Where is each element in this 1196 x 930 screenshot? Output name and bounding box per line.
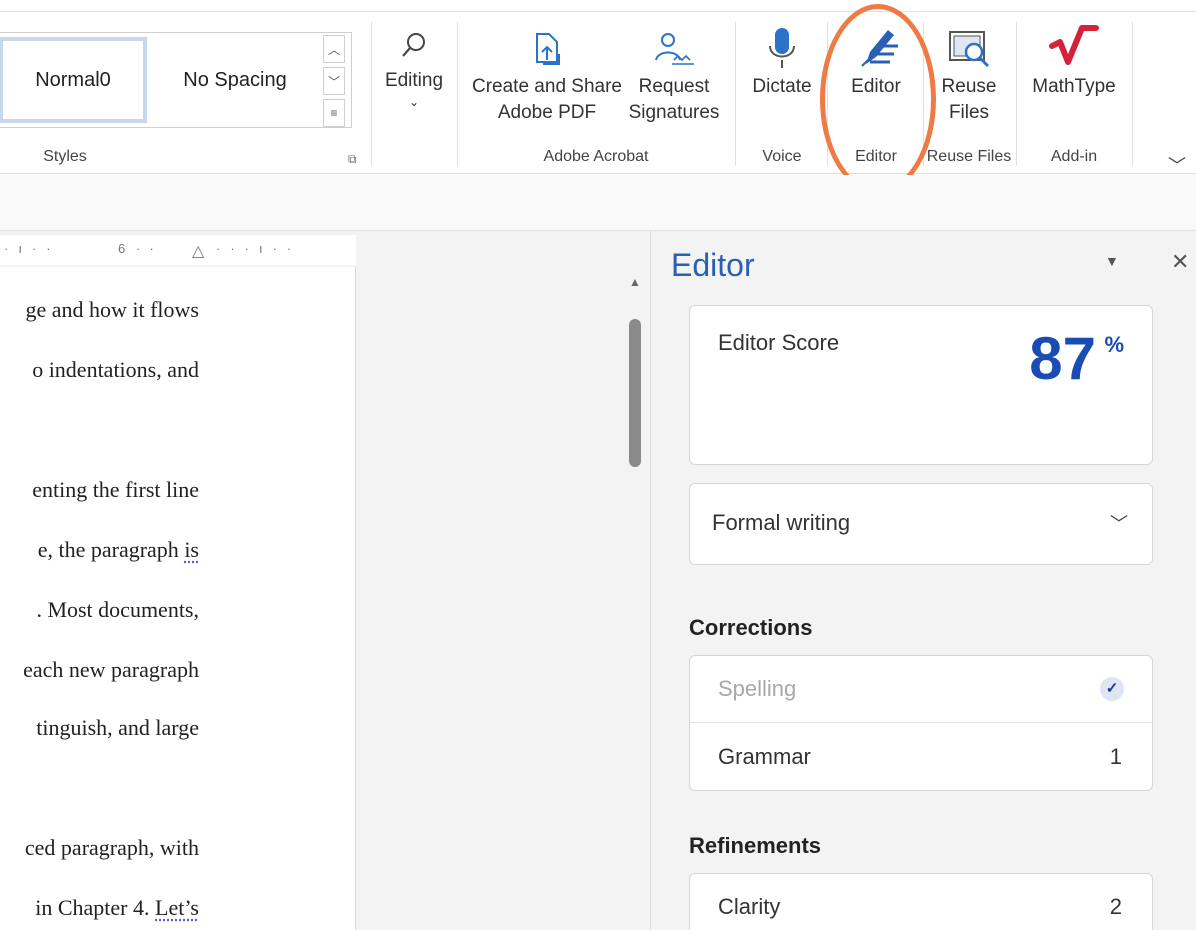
score-value: 87 [1029,324,1096,393]
chevron-down-icon: ﹀ [1110,510,1128,536]
document-page[interactable]: ge and how it flows o indentations, and … [0,267,356,930]
divider [690,722,1152,723]
chevron-down-icon: ⌄ [380,94,448,110]
pane-title: Editor [671,247,755,284]
ruler-ticks: ···ı·· [216,241,301,256]
writing-style-value: Formal writing [712,510,850,536]
scroll-up-icon[interactable]: ▲ [629,275,641,289]
checkmark-icon: ✓ [1100,677,1124,701]
request-line1: Request [624,74,724,100]
mathtype-icon [1044,24,1104,70]
corrections-heading: Corrections [689,615,812,641]
reuse-files-button[interactable]: Reuse Files [928,30,1010,126]
doc-line: ced paragraph, with [25,835,199,861]
doc-line: in Chapter 4. Let’s [35,895,199,921]
correction-row-spelling[interactable]: Spelling ✓ [690,656,1152,722]
correction-row-grammar[interactable]: Grammar 1 [690,724,1152,790]
doc-text: e, the paragraph [38,537,179,562]
request-signatures-button[interactable]: Request Signatures [624,30,724,126]
ribbon-subbar [0,175,1196,231]
reuse-line2: Files [928,100,1010,126]
doc-line: . Most documents, [36,597,199,623]
pdf-share-icon [529,30,565,70]
styles-dialog-launcher-icon[interactable]: ⧉ [348,152,362,166]
vertical-scrollbar[interactable]: ▲ [624,267,646,930]
styles-group-label: Styles [20,148,110,166]
refinements-list: Clarity 2 [689,873,1153,930]
score-unit: % [1104,332,1124,358]
correction-label: Grammar [718,744,811,770]
horizontal-ruler[interactable]: ·ı·· 6 ·· △ ···ı·· [0,235,356,265]
ruler-ticks: ·ı·· [4,241,61,256]
create-share-line1: Create and Share [470,74,624,100]
addin-group-label: Add-in [1036,148,1112,166]
signature-icon [650,30,698,70]
style-normal[interactable]: Normal0 [0,37,147,123]
doc-text: in Chapter 4. [35,895,149,920]
doc-line: e, the paragraph is [38,537,199,563]
grammar-flag[interactable]: Let’s [155,895,199,920]
doc-line: each new paragraph [23,657,199,683]
scroll-thumb[interactable] [629,319,641,467]
editing-label: Editing [385,70,443,91]
mathtype-label: MathType [1032,76,1115,97]
doc-line: ge and how it flows [25,297,199,323]
close-icon[interactable]: ✕ [1171,249,1189,275]
ribbon-separator [371,22,372,166]
create-share-pdf-button[interactable]: Create and Share Adobe PDF [470,30,624,126]
styles-gallery-scroll: ︿ ﹀ ≡ [323,35,347,129]
editing-button[interactable]: Editing ⌄ [380,30,448,110]
ribbon-separator [735,22,736,166]
microphone-icon [762,24,802,70]
ruler-ticks: ·· [136,241,163,256]
dictate-label: Dictate [752,76,811,97]
ribbon-separator [1016,22,1017,166]
dictate-button[interactable]: Dictate [744,24,820,100]
refinements-heading: Refinements [689,833,821,859]
writing-style-dropdown[interactable]: Formal writing ﹀ [689,483,1153,565]
pane-options-icon[interactable]: ▼ [1105,253,1119,269]
ribbon: Normal0 No Spacing ︿ ﹀ ≡ Styles ⧉ Editin… [0,12,1196,174]
ruler-number: 6 [118,241,125,256]
voice-group-label: Voice [750,148,814,166]
refinement-row-clarity[interactable]: Clarity 2 [690,874,1152,930]
editor-score-card[interactable]: Editor Score 87 % [689,305,1153,465]
style-no-spacing[interactable]: No Spacing [155,37,315,123]
indent-marker-icon[interactable]: △ [192,241,204,261]
gallery-up-icon[interactable]: ︿ [323,35,345,63]
document-area: ·ı·· 6 ·· △ ···ı·· ge and how it flows o… [0,231,650,930]
doc-line: o indentations, and [32,357,199,383]
correction-label: Spelling [718,676,796,702]
correction-count: 1 [1110,744,1122,770]
acrobat-group-label: Adobe Acrobat [506,148,686,166]
search-icon [399,30,429,64]
create-share-line2: Adobe PDF [470,100,624,126]
ribbon-separator [457,22,458,166]
doc-line: tinguish, and large [36,715,199,741]
styles-gallery: Normal0 No Spacing ︿ ﹀ ≡ [0,32,352,128]
ribbon-separator [1132,22,1133,166]
reuse-files-icon [944,30,994,70]
editor-highlight-circle [820,4,936,194]
reuse-group-label: Reuse Files [926,148,1012,166]
grammar-flag[interactable]: is [184,537,199,562]
doc-line: enting the first line [32,477,199,503]
score-label: Editor Score [718,330,839,356]
refinement-label: Clarity [718,894,780,920]
mathtype-button[interactable]: MathType [1026,24,1122,100]
gallery-more-icon[interactable]: ≡ [323,99,345,127]
window-top-strip [0,0,1196,12]
request-line2: Signatures [624,100,724,126]
reuse-line1: Reuse [928,74,1010,100]
gallery-down-icon[interactable]: ﹀ [323,67,345,95]
refinement-count: 2 [1110,894,1122,920]
editor-pane: Editor ▼ ✕ Editor Score 87 % Formal writ… [650,231,1196,930]
corrections-list: Spelling ✓ Grammar 1 [689,655,1153,791]
